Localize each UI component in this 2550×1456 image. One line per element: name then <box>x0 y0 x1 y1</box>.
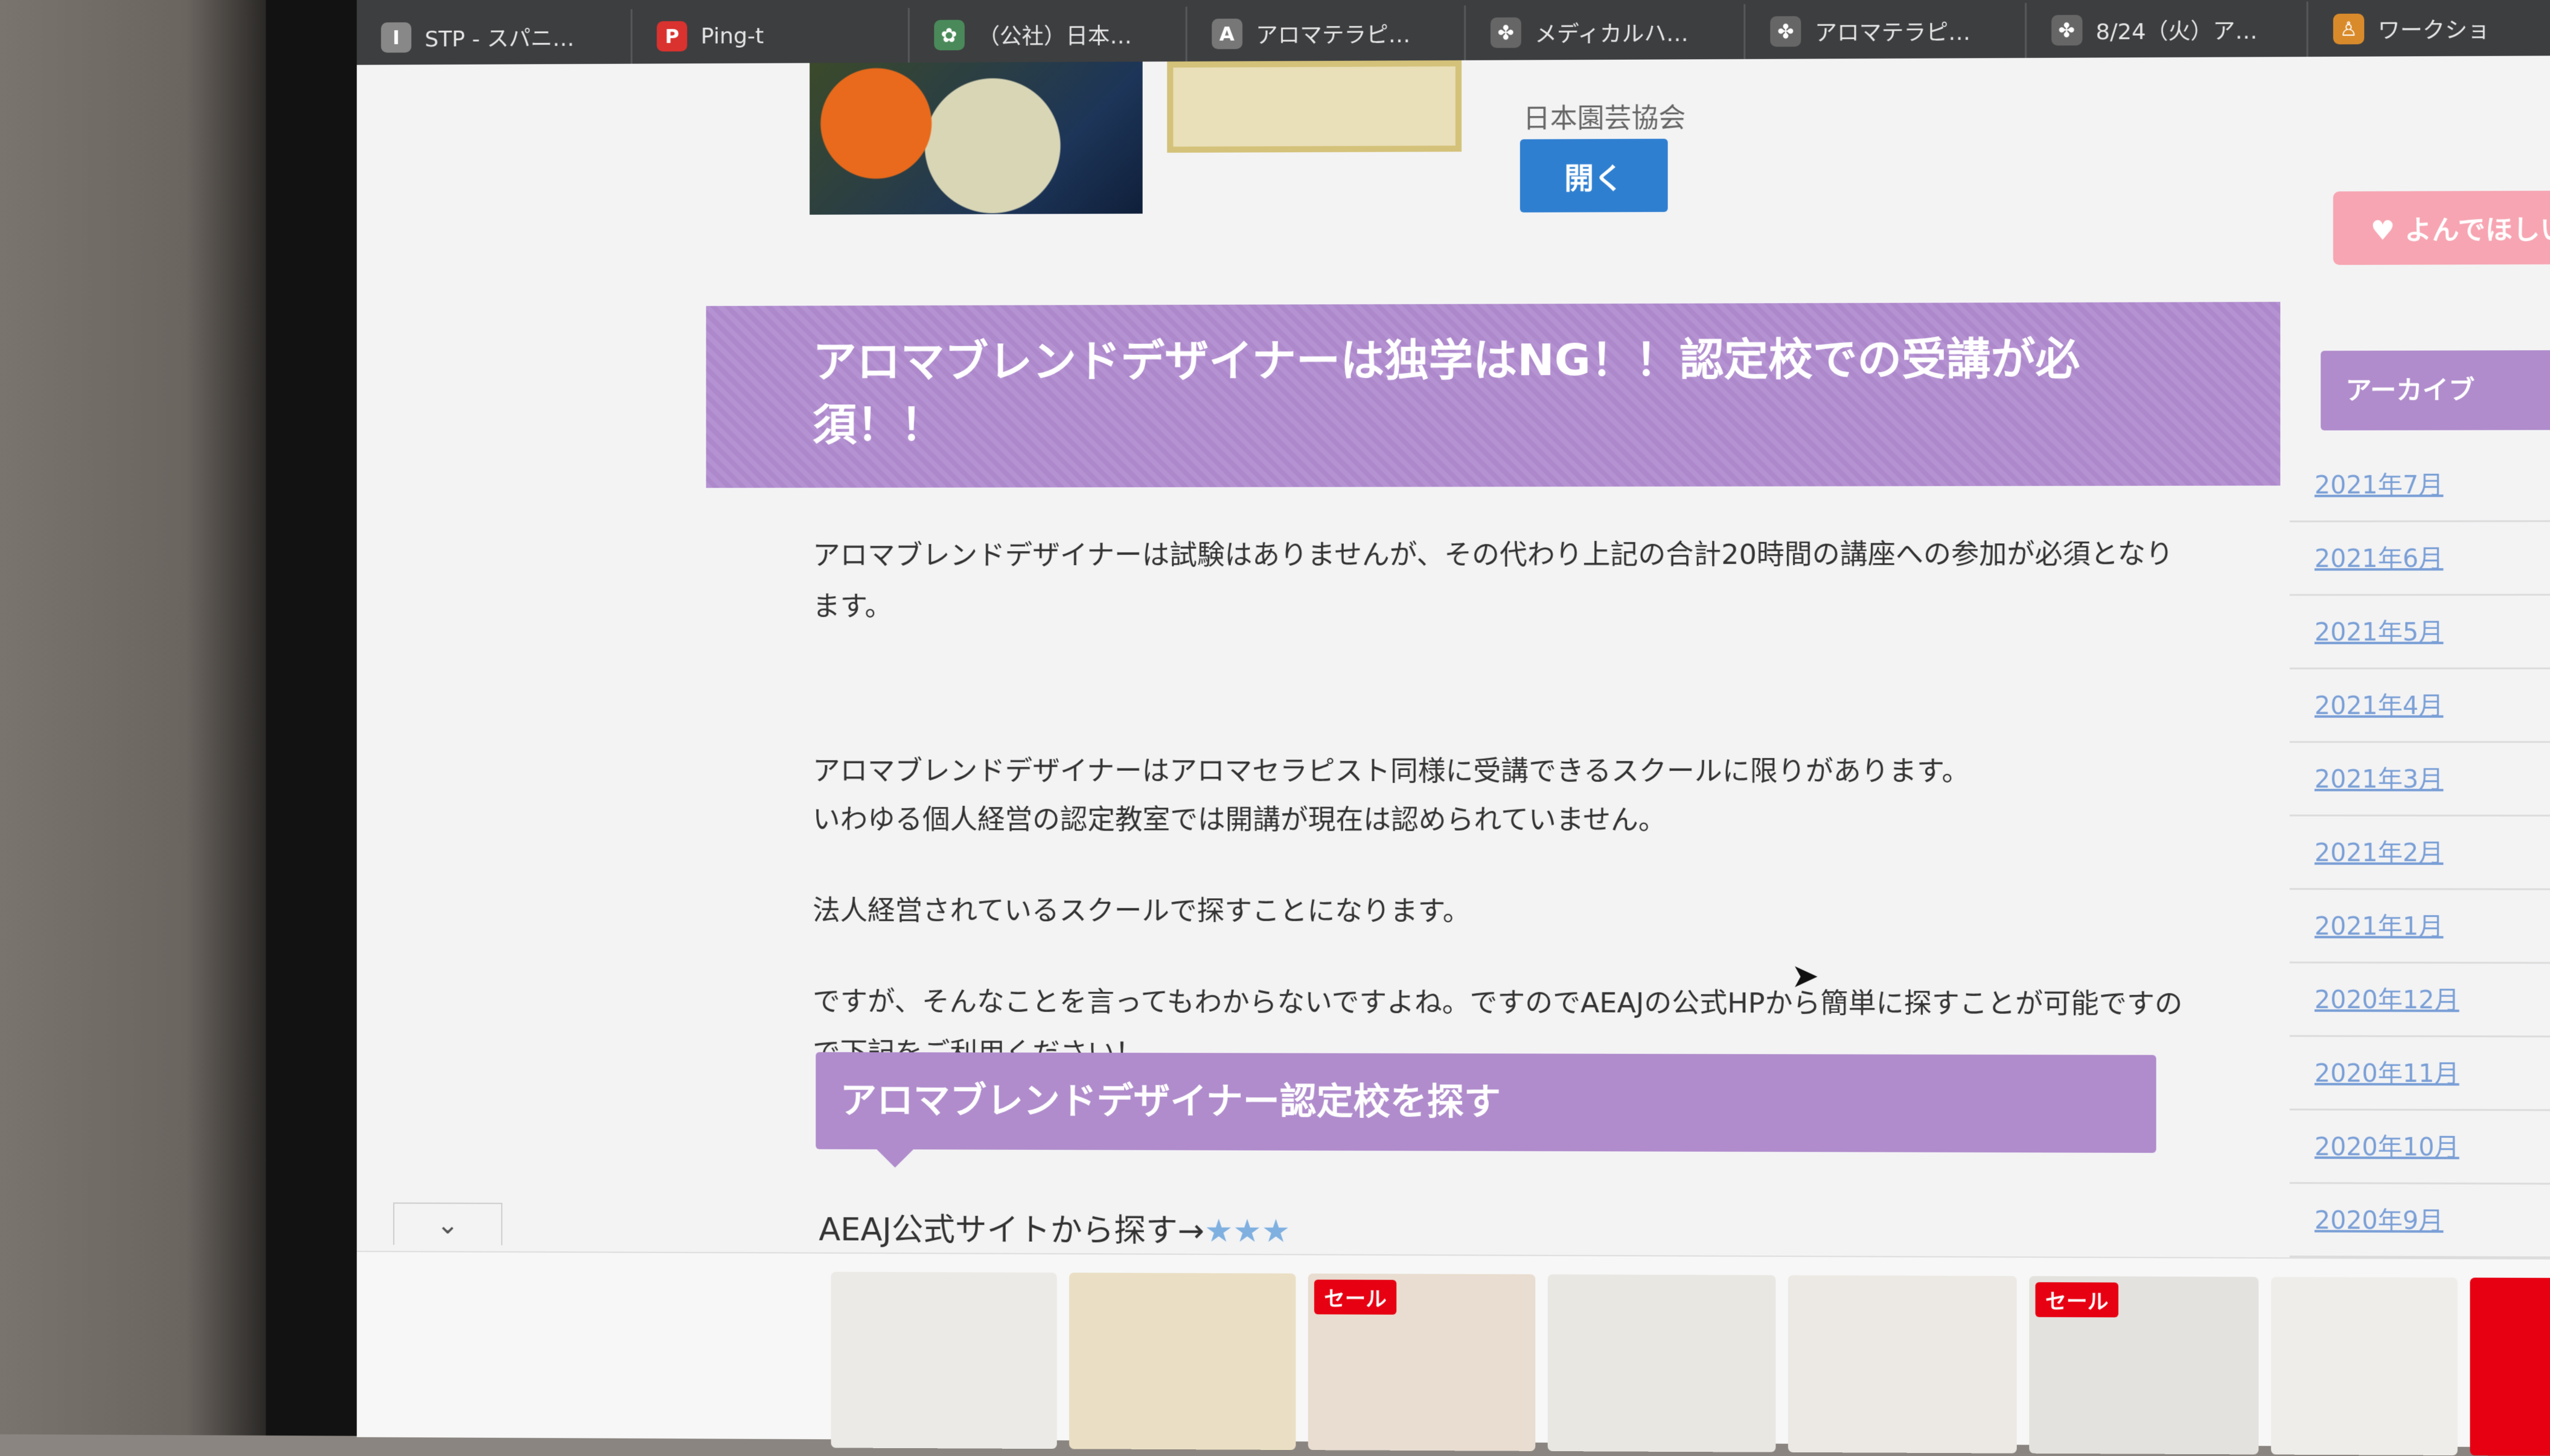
like-button[interactable]: ♥ よんでほしい <box>2333 191 2550 265</box>
tab-medical[interactable]: ✤ メディカルハ… <box>1466 4 1745 60</box>
tab-workshop[interactable]: ♙ ワークショ <box>2308 1 2550 57</box>
archive-item[interactable]: 2020年9月 <box>2290 1184 2550 1258</box>
paragraph-2: いわゆる個人経営の認定教室では開講が現在は認められていません。 <box>813 794 2196 846</box>
product-card-sheep[interactable] <box>2271 1277 2458 1455</box>
aeaj-search-line: AEAJ公式サイトから探す→★★★ <box>819 1204 1290 1251</box>
product-card-board[interactable]: セール <box>1308 1274 1536 1451</box>
tab-favicon-icon: ✤ <box>2051 15 2082 46</box>
monitor-bezel <box>266 0 357 1436</box>
archive-item[interactable]: 2021年7月 <box>2290 449 2550 523</box>
chevron-down-icon: ⌄ <box>436 1210 459 1239</box>
tab-aromatherapy-2[interactable]: ✤ アロマテラピ… <box>1746 3 2027 59</box>
browser-tab-bar: I STP - スパニ… P Ping-t ✿ （公社）日本… A アロマテラピ… <box>357 0 2550 65</box>
archive-item[interactable]: 2021年5月 <box>2290 596 2550 669</box>
tab-nihon[interactable]: ✿ （公社）日本… <box>909 7 1187 63</box>
tab-label: アロマテラピ… <box>1256 18 1410 50</box>
sale-badge: セール <box>1314 1280 1396 1315</box>
paragraph-3: 法人経営されているスクールで探すことになります。 <box>813 885 2196 938</box>
aeaj-link[interactable]: ★★★ <box>1204 1213 1290 1250</box>
tab-label: 8/24（火）ア… <box>2096 13 2258 46</box>
desk-background <box>0 0 266 1435</box>
article-heading: アロマブレンドデザイナーは独学はNG！！認定校での受講が必須！！ <box>706 302 2281 488</box>
archive-item[interactable]: 2021年6月 <box>2290 522 2550 596</box>
aeaj-text: AEAJ公式サイトから探す→ <box>819 1212 1204 1249</box>
tab-label: Ping-t <box>701 24 764 49</box>
certificate-photo[interactable] <box>1167 60 1462 153</box>
tab-aromatherapy-1[interactable]: A アロマテラピ… <box>1187 5 1466 62</box>
highlight-paragraph: アロマブレンドデザイナーは試験はありませんが、その代わり上記の合計20時間の講座… <box>813 529 2196 633</box>
archive-item[interactable]: 2021年4月 <box>2290 669 2550 743</box>
archive-list: 2021年7月 2021年6月 2021年5月 2021年4月 2021年3月 … <box>2290 449 2550 1259</box>
collapse-ad-button[interactable]: ⌄ <box>393 1202 502 1245</box>
archive-item[interactable]: 2020年12月 <box>2290 963 2550 1038</box>
highlight-text: アロマブレンドデザイナーは試験はありませんが、その代わり上記の合計20時間の講座… <box>813 538 2173 622</box>
archive-item[interactable]: 2020年11月 <box>2290 1037 2550 1111</box>
tab-favicon-icon: A <box>1212 19 1242 49</box>
paragraph-1: アロマブレンドデザイナーはアロマセラピスト同様に受講できるスクールに限りがありま… <box>813 746 2196 797</box>
tab-favicon-icon: P <box>657 21 687 51</box>
ad-bar: セール セール <box>357 1251 2550 1448</box>
tab-stp[interactable]: I STP - スパニ… <box>357 9 633 65</box>
archive-item[interactable]: 2020年10月 <box>2290 1110 2550 1184</box>
archive-item[interactable]: 2021年1月 <box>2290 890 2550 964</box>
tab-label: （公社）日本… <box>978 19 1132 51</box>
product-card-book[interactable]: セール <box>2029 1276 2258 1455</box>
tab-favicon-icon: I <box>381 22 411 53</box>
tab-favicon-icon: ✤ <box>1491 18 1521 48</box>
tab-favicon-icon: ♙ <box>2333 14 2364 45</box>
tab-label: ワークショ <box>2378 13 2490 45</box>
product-card-tote[interactable] <box>1548 1274 1776 1452</box>
mouse-cursor-icon: ➤ <box>1791 957 1819 995</box>
open-button[interactable]: 開く <box>1520 139 1668 212</box>
tab-favicon-icon: ✤ <box>1770 16 1801 47</box>
archive-title: アーカイブ <box>2321 350 2550 430</box>
tab-event[interactable]: ✤ 8/24（火）ア… <box>2027 2 2309 58</box>
organization-name: 日本園芸協会 <box>1523 96 1686 136</box>
tab-label: STP - スパニ… <box>424 21 574 53</box>
tab-label: アロマテラピ… <box>1815 14 1970 47</box>
tea-photo[interactable] <box>810 62 1143 215</box>
archive-item[interactable]: 2021年2月 <box>2290 816 2550 890</box>
product-card-screen[interactable] <box>831 1272 1056 1449</box>
tab-label: メディカルハ… <box>1535 16 1689 49</box>
product-card-accessory[interactable] <box>1788 1276 2017 1454</box>
sale-badge: セール <box>2036 1282 2119 1317</box>
web-page: 日本園芸協会 開く アロマブレンドデザイナーは独学はNG！！認定校での受講が必須… <box>357 56 2550 1320</box>
tab-ping-t[interactable]: P Ping-t <box>633 8 909 63</box>
sub-heading: アロマブレンドデザイナー認定校を探す <box>816 1052 2156 1153</box>
product-card-red[interactable] <box>2470 1278 2550 1456</box>
archive-item[interactable]: 2021年3月 <box>2290 743 2550 817</box>
tab-favicon-icon: ✿ <box>934 20 965 51</box>
product-card-bag[interactable] <box>1069 1272 1296 1450</box>
